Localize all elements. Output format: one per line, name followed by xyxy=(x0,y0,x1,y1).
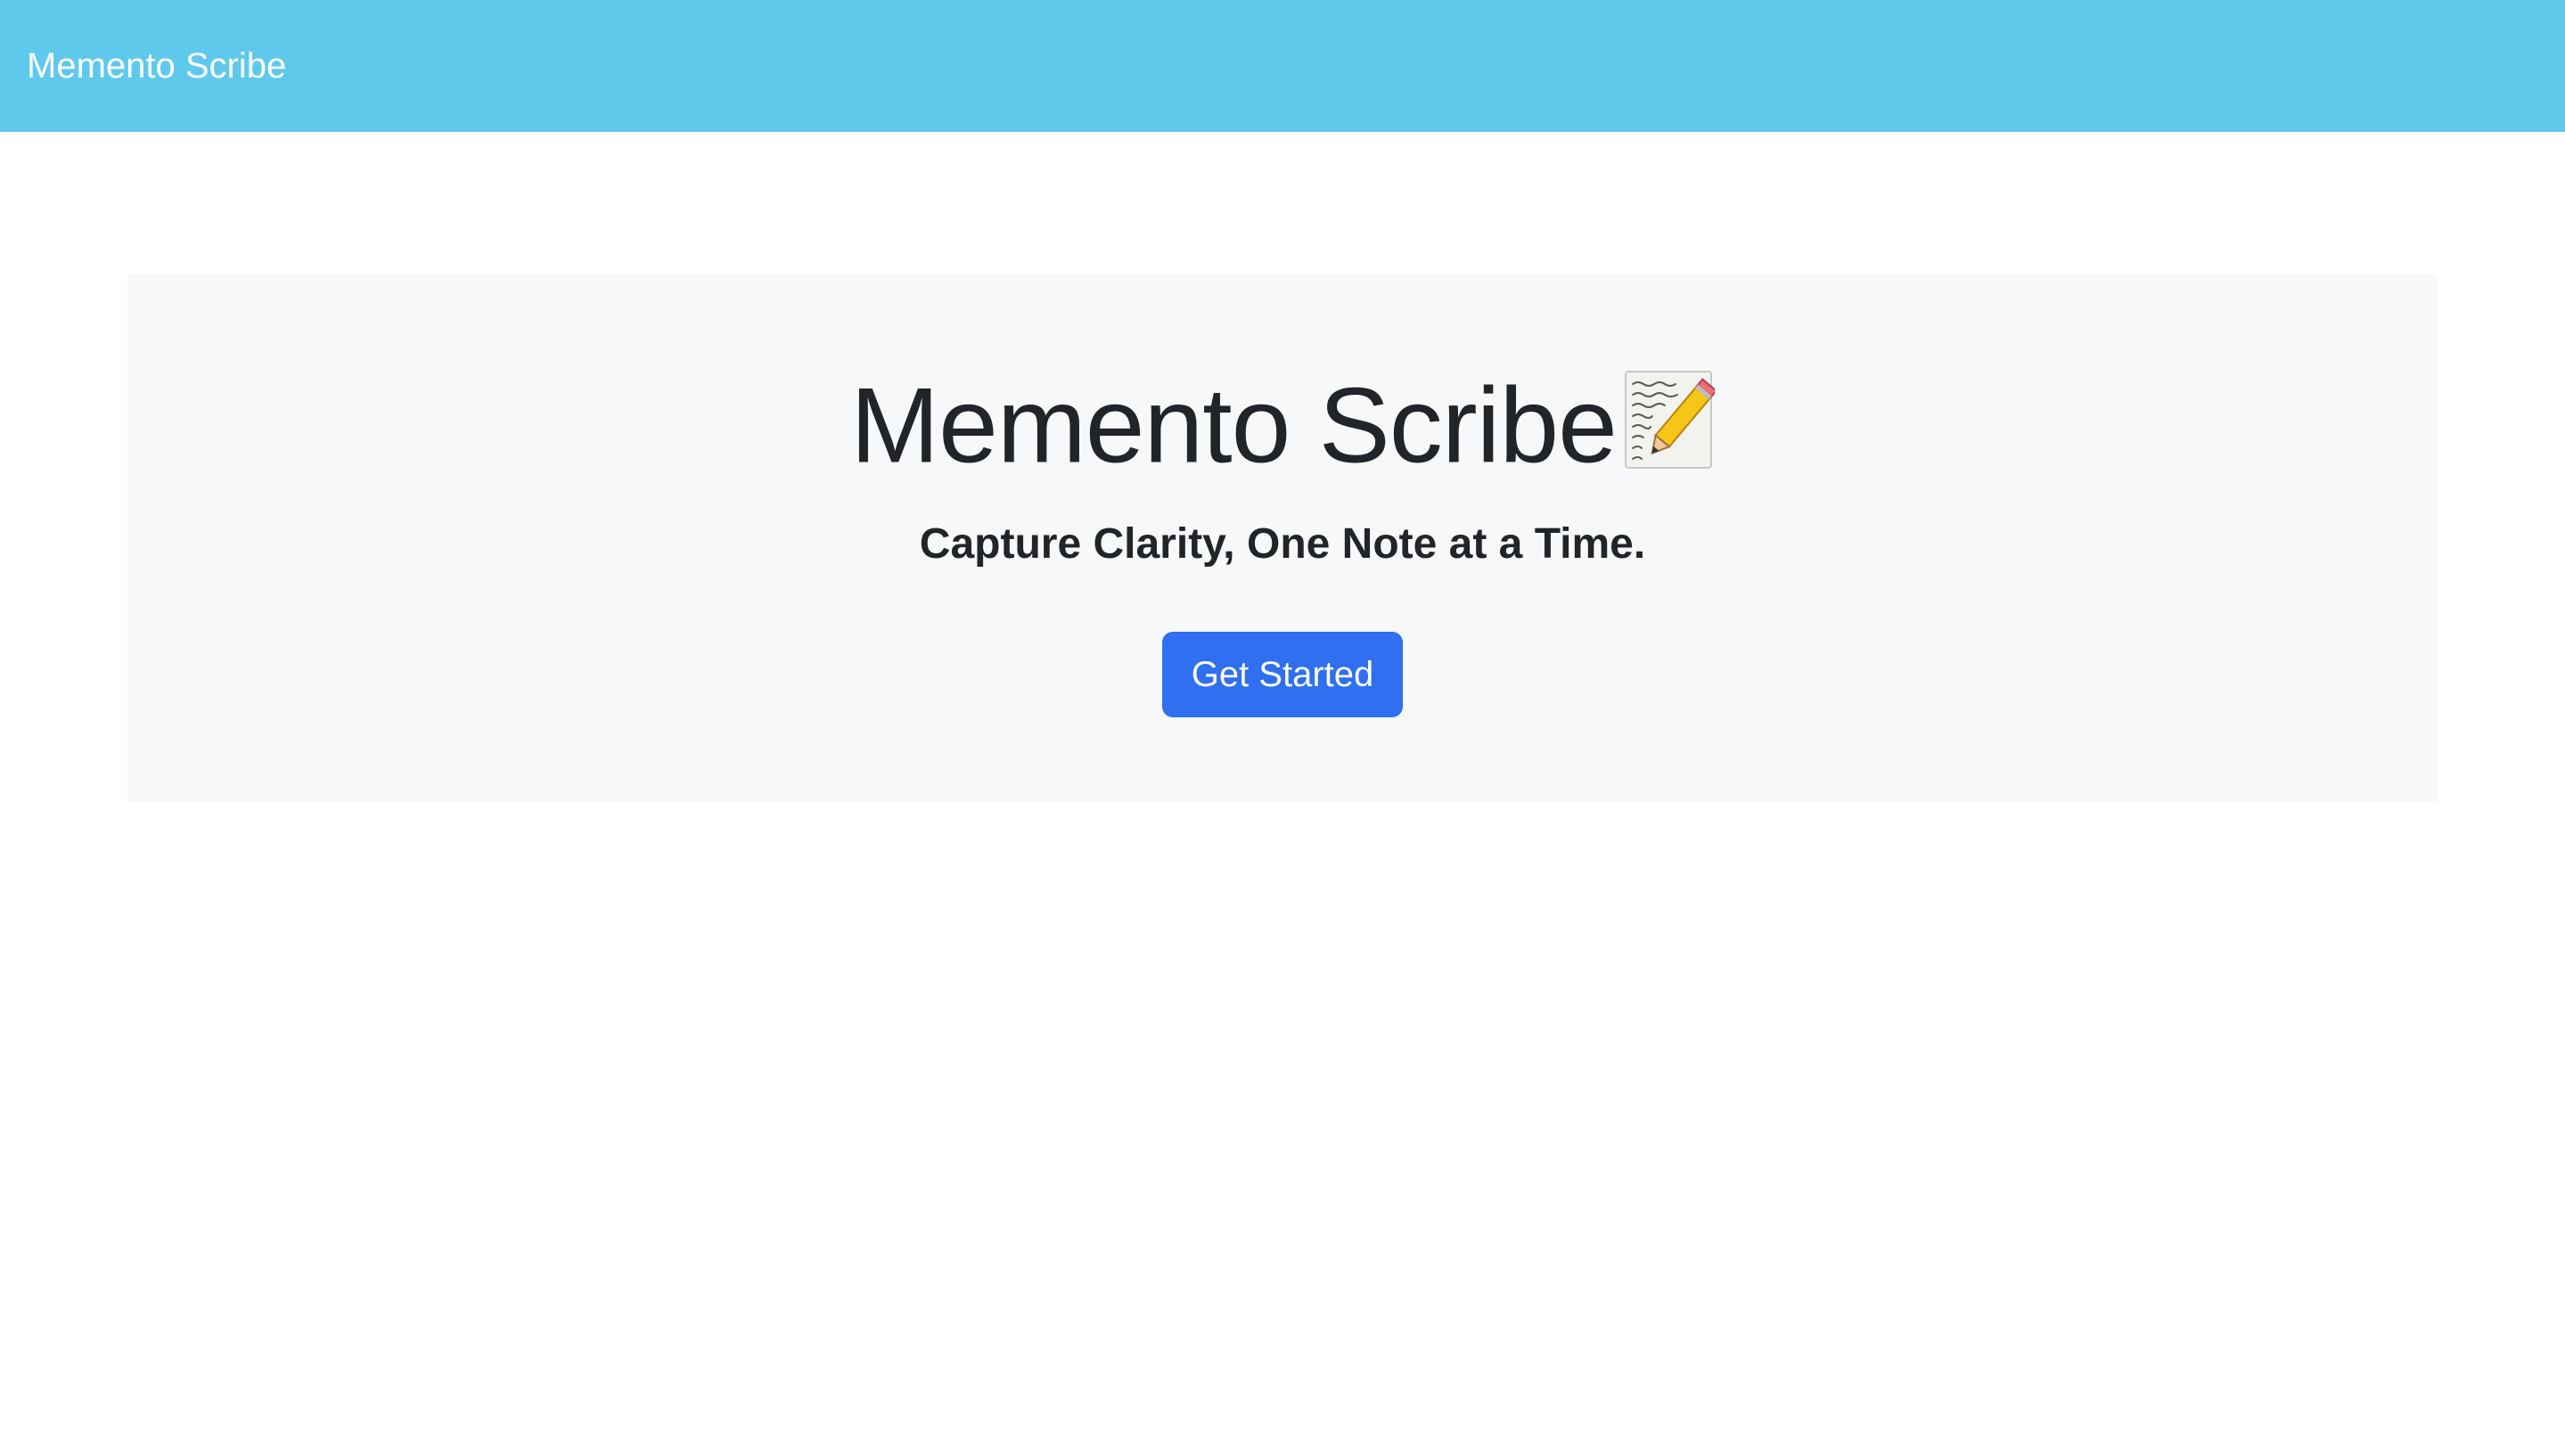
hero-subtitle: Capture Clarity, One Note at a Time. xyxy=(919,520,1646,568)
navbar-brand[interactable]: Memento Scribe xyxy=(27,48,286,84)
memo-pencil-icon xyxy=(1622,370,1717,470)
hero-title: Memento Scribe xyxy=(0,364,2565,479)
hero-title-text: Memento Scribe xyxy=(850,365,1618,486)
get-started-button[interactable]: Get Started xyxy=(1162,632,1403,717)
top-navbar: Memento Scribe xyxy=(0,0,2565,132)
